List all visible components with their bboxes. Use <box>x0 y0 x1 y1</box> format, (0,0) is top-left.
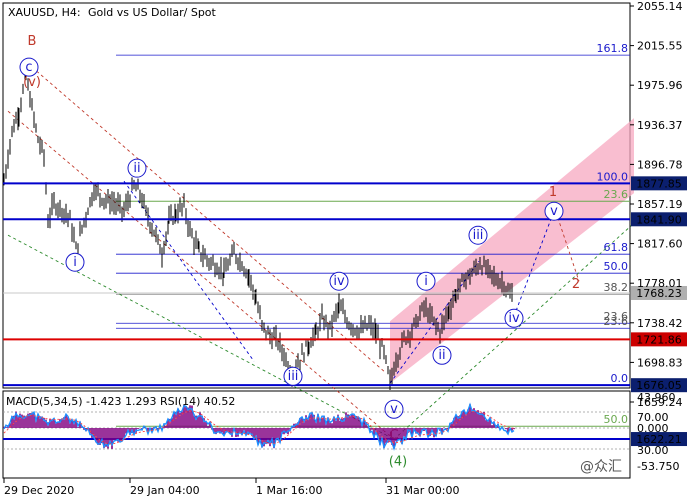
y-tick-label: 2015.55 <box>637 40 683 53</box>
x-tick-label: 1 Mar 16:00 <box>256 484 322 497</box>
price-chart: 161.8100.023.661.850.038.223.623.60.050.… <box>0 0 700 500</box>
indicator-title: MACD(5,34,5) -1.423 1.293 RSI(14) 40.52 <box>6 395 235 408</box>
y-tick-label: 2055.14 <box>637 0 683 13</box>
chart-description: Gold vs US Dollar/ Spot <box>88 6 217 19</box>
wave-label: i <box>424 274 428 289</box>
watermark-text: @众汇 <box>580 459 622 475</box>
y-tick-label: 1936.37 <box>637 119 683 132</box>
wave-label: ii <box>438 348 445 363</box>
y-tick-label: 1817.60 <box>637 238 683 251</box>
wave-label: iii <box>473 228 484 243</box>
wave-label: 1 <box>549 185 557 200</box>
y-tick-label: 1698.83 <box>637 356 683 369</box>
indicator-tick-label: -53.750 <box>637 460 679 473</box>
level-price-label: 1877.85 <box>636 177 682 190</box>
fib-label: 23.6 <box>604 188 629 201</box>
wave-label: i <box>73 255 77 270</box>
y-tick-label: 1738.42 <box>637 317 683 330</box>
fib-label: 0.0 <box>611 372 629 385</box>
fib-label: 100.0 <box>597 170 629 183</box>
fib-label: 23.6 <box>604 315 629 328</box>
wave-label: iv <box>508 311 520 326</box>
wave-label: 2 <box>572 277 580 292</box>
level-price-label: 1841.90 <box>636 213 682 226</box>
level-price-label: 1721.86 <box>636 333 682 346</box>
x-tick-label: 29 Jan 04:00 <box>130 484 200 497</box>
wave-label: c <box>25 60 32 75</box>
wave-label: iii <box>288 369 299 384</box>
x-tick-label: 31 Mar 00:00 <box>386 484 459 497</box>
y-tick-label: 1975.96 <box>637 79 683 92</box>
fib-label: 50.0 <box>604 413 629 426</box>
indicator-tick-label: 0.000 <box>637 422 669 435</box>
x-tick-label: 29 Dec 2020 <box>4 484 74 497</box>
indicator-tick-label: 30.00 <box>637 444 669 457</box>
y-tick-label: 1896.78 <box>637 158 683 171</box>
wave-label: iv <box>333 274 345 289</box>
wave-label: v <box>390 402 398 417</box>
wave-label: v <box>550 204 558 219</box>
fib-label: 50.0 <box>604 260 629 273</box>
wave-label: (v) <box>23 75 41 90</box>
indicator-tick-label: 43.960 <box>637 391 676 404</box>
fib-label: 161.8 <box>597 42 629 55</box>
wave-label: ii <box>133 161 140 176</box>
fib-label: 38.2 <box>604 281 629 294</box>
y-tick-label: 1778.01 <box>637 277 683 290</box>
wave-label: (4) <box>389 454 407 469</box>
chart-symbol: XAUUSD, H4: <box>8 6 81 19</box>
fib-label: 61.8 <box>604 241 629 254</box>
wave-label: B <box>28 34 37 49</box>
y-tick-label: 1857.19 <box>637 198 683 211</box>
